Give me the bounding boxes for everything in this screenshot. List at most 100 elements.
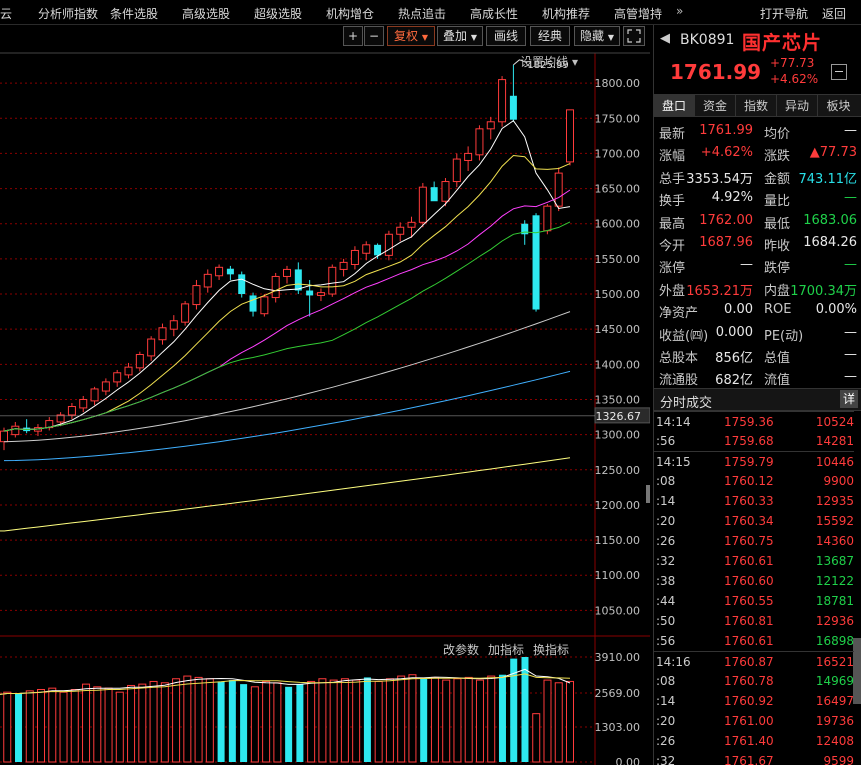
overlay-dropdown[interactable]: 叠加 ▼ xyxy=(437,26,483,46)
candle-up xyxy=(475,128,484,156)
stat-value: 1684.26 xyxy=(803,235,857,250)
tick-row: :14 1760.33 12935 xyxy=(654,491,854,511)
stat-label: 最低 xyxy=(764,216,791,232)
candle-up xyxy=(203,273,212,288)
classic-button[interactable]: 经典 xyxy=(530,26,570,46)
tick-volume: 16898 xyxy=(815,634,854,648)
menu-item-advanced-pick[interactable]: 高级选股 xyxy=(182,5,230,22)
tick-time: :20 xyxy=(656,714,676,728)
candle-up xyxy=(181,303,190,323)
candle-up xyxy=(192,285,201,306)
price-tick-label: 1550.00 xyxy=(595,253,641,266)
menu-item-analyst-index[interactable]: 分析师指数 xyxy=(38,5,98,22)
volume-bar-up xyxy=(93,686,102,763)
ticks-detail-button[interactable]: 详 xyxy=(840,390,858,408)
ma60-line xyxy=(3,311,571,443)
kline-chart-area[interactable]: 1800.00 1750.00 1700.00 1650.00 1600.00 1550.… xyxy=(0,25,650,765)
ticks-scrollbar[interactable] xyxy=(853,638,861,704)
minimize-button[interactable] xyxy=(831,64,847,80)
volume-bar-up xyxy=(374,680,383,763)
hide-dropdown[interactable]: 隐藏 ▼ xyxy=(574,26,620,46)
menu-item-exec-buy[interactable]: 高管增持 xyxy=(614,5,662,22)
expand-icon xyxy=(627,29,641,43)
price-tick-label: 1250.00 xyxy=(595,464,641,477)
menu-item-inst-recommend[interactable]: 机构推荐 xyxy=(542,5,590,22)
menu-item-hotspot[interactable]: 热点追击 xyxy=(398,5,446,22)
change-params-button[interactable]: 改参数 xyxy=(443,642,479,657)
tick-time: :20 xyxy=(656,514,676,528)
menu-item-condition-pick[interactable]: 条件选股 xyxy=(110,5,158,22)
volume-bar-up xyxy=(385,678,394,763)
menu-item-inst-increase[interactable]: 机构增仓 xyxy=(326,5,374,22)
quote-stats: 最新 1761.99 均价 — 涨幅 +4.62% 涨跌 ▲77.73 总手 3353.54万 金额… xyxy=(654,117,861,389)
price-change: +77.73 xyxy=(770,56,815,70)
volume-bar-up xyxy=(329,679,338,763)
candle-up xyxy=(339,261,348,270)
fullscreen-button[interactable] xyxy=(623,26,645,46)
tick-time: :26 xyxy=(656,534,676,548)
tab-sector[interactable]: 板块 xyxy=(818,95,859,117)
menu-item-high-growth[interactable]: 高成长性 xyxy=(470,5,518,22)
candle-up xyxy=(328,266,337,295)
draw-line-button[interactable]: 画线 xyxy=(486,26,526,46)
stat-label: 流值 xyxy=(764,373,791,389)
volume-bar-down xyxy=(521,657,529,762)
tick-price: 1760.87 xyxy=(724,655,774,669)
volume-bar-down xyxy=(228,680,236,762)
volume-bar-down xyxy=(15,693,23,762)
stat-value: 0.00% xyxy=(815,302,857,318)
tick-row: :08 1760.12 9900 xyxy=(654,471,854,491)
candle-up xyxy=(113,372,122,383)
candle-up xyxy=(215,266,224,277)
tab-abnormal[interactable]: 异动 xyxy=(777,95,818,117)
more-menu-icon[interactable]: » xyxy=(676,4,683,18)
panel-splitter-handle[interactable] xyxy=(646,485,650,503)
candle-down xyxy=(532,215,540,310)
tick-price: 1760.34 xyxy=(724,514,774,528)
zoom-out-button[interactable]: − xyxy=(364,26,384,46)
volume-bar-up xyxy=(554,682,563,763)
candle-up xyxy=(554,172,563,207)
candle-up xyxy=(135,353,144,369)
candle-up xyxy=(0,430,8,443)
back-link[interactable]: 返回 xyxy=(822,5,846,22)
tab-fund[interactable]: 资金 xyxy=(695,95,736,117)
price-tick-label: 1050.00 xyxy=(595,604,641,617)
switch-indicator-button[interactable]: 换指标 xyxy=(533,642,569,657)
tab-pankou[interactable]: 盘口 xyxy=(654,95,695,117)
tab-index[interactable]: 指数 xyxy=(736,95,777,117)
kline-chart[interactable]: 1800.00 1750.00 1700.00 1650.00 1600.00 1550.… xyxy=(0,25,650,765)
stat-label: 涨停 xyxy=(659,261,686,277)
tick-price: 1759.36 xyxy=(724,415,774,429)
ma-setting-button[interactable]: 设置均线 ▾ xyxy=(520,55,578,69)
tick-row: :08 1760.78 14969 xyxy=(654,671,854,691)
tick-volume: 16521 xyxy=(815,655,854,669)
add-indicator-button[interactable]: 加指标 xyxy=(488,642,524,657)
stat-value: 743.11亿 xyxy=(798,171,858,187)
tick-volume: 16497 xyxy=(815,694,854,708)
quote-panel: ◀ BK0891 国产芯片 1761.99 +77.73 +4.62% 盘口 资… xyxy=(653,25,861,765)
tick-volume: 12408 xyxy=(815,734,854,748)
menu-item-super-pick[interactable]: 超级选股 xyxy=(254,5,302,22)
volume-bar-up xyxy=(397,675,406,763)
price-tick-label: 1300.00 xyxy=(595,429,641,442)
tick-time: :56 xyxy=(656,634,676,648)
stat-row: 涨幅 +4.62% 涨跌 ▲77.73 xyxy=(654,145,861,167)
ma250-line xyxy=(3,457,571,532)
open-nav-link[interactable]: 打开导航 xyxy=(760,5,808,22)
chevron-left-icon[interactable]: ◀ xyxy=(660,31,670,46)
fuquan-dropdown[interactable]: 复权 ▼ xyxy=(387,26,435,46)
stat-value: — xyxy=(844,347,857,362)
candle-up xyxy=(543,205,552,232)
tick-time: :26 xyxy=(656,734,676,748)
tick-price: 1760.55 xyxy=(724,594,774,608)
tick-row: :56 1760.61 16898 xyxy=(654,631,854,651)
tick-time: :14 xyxy=(656,494,676,508)
stat-label: 总手 xyxy=(659,171,686,187)
candle-up xyxy=(441,181,450,202)
stat-value: +4.62% xyxy=(700,145,753,161)
zoom-in-button[interactable]: + xyxy=(343,26,363,46)
menu-item-cloud[interactable]: 云 xyxy=(0,5,12,22)
volume-bar-down xyxy=(217,681,225,762)
stat-value: 1687.96 xyxy=(699,235,753,250)
